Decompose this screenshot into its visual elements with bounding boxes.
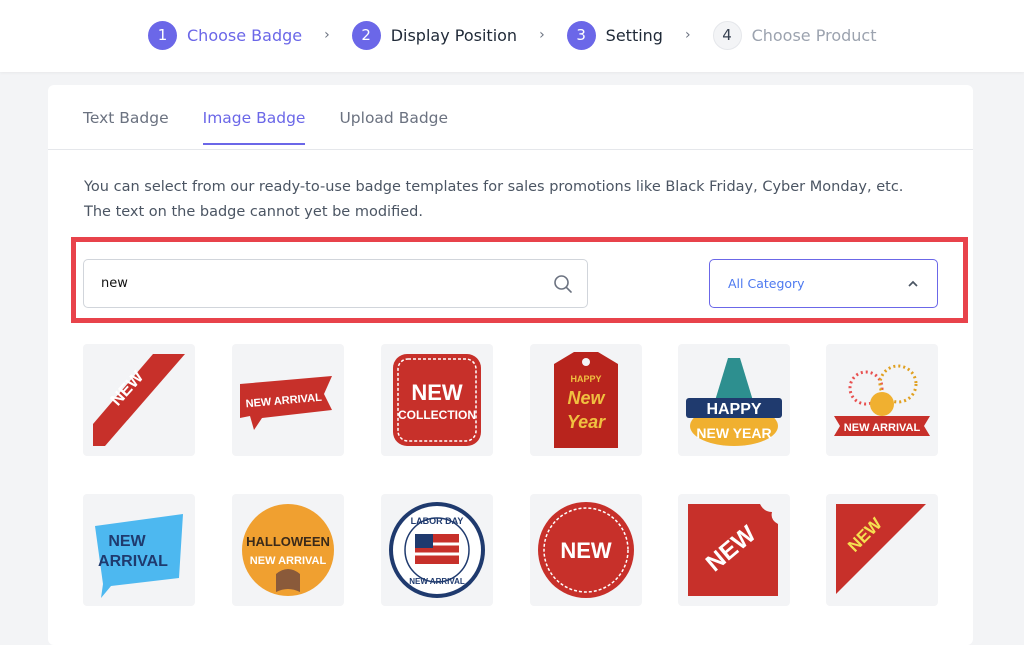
description-line: The text on the badge cannot yet be modi…	[84, 204, 423, 220]
badge-text: HAPPY	[706, 401, 761, 418]
step-number: 4	[712, 20, 742, 50]
badge-image: NEW ARRIVAL	[95, 514, 183, 598]
badge-template-scallop[interactable]: NEW	[678, 494, 790, 606]
badge-template-circle[interactable]: NEW	[530, 494, 642, 606]
badge-text: ARRIVAL	[98, 553, 168, 570]
badge-image: NEW	[836, 504, 926, 594]
step-label: Choose Badge	[187, 25, 303, 45]
badge-template-banner[interactable]: NEW ARRIVAL	[232, 344, 344, 456]
search-input[interactable]	[101, 276, 553, 291]
badge-template-speech[interactable]: NEW ARRIVAL	[83, 494, 195, 606]
badge-image: LABOR DAY NEW ARRIVAL	[389, 502, 485, 598]
badge-text: NEW	[560, 538, 612, 563]
step-number: 3	[566, 20, 596, 50]
step-label: Display Position	[390, 25, 518, 45]
badge-text: NEW	[411, 380, 463, 405]
step-label: Choose Product	[751, 25, 877, 45]
badge-template-happy-new-year[interactable]: HAPPY NEW YEAR	[678, 344, 790, 456]
description: You can select from our ready-to-use bad…	[84, 175, 954, 225]
badge-template-triangle[interactable]: NEW	[826, 494, 938, 606]
chevron-right-icon: ›	[684, 27, 691, 43]
tab-image-badge[interactable]: Image Badge	[202, 109, 306, 145]
badge-text: COLLECTION	[398, 408, 476, 422]
badge-text: NEW ARRIVAL	[409, 577, 465, 586]
badge-image: HALLOWEEN NEW ARRIVAL	[242, 504, 334, 596]
step-2[interactable]: 2 Display Position	[351, 20, 518, 50]
tab-upload-badge[interactable]: Upload Badge	[339, 109, 448, 145]
search-field[interactable]	[83, 259, 588, 308]
search-icon[interactable]	[553, 274, 573, 294]
badge-text: NEW	[108, 533, 146, 550]
step-number: 2	[351, 20, 381, 50]
badge-image: NEW	[538, 502, 634, 598]
badge-template-stamp[interactable]: NEW COLLECTION	[381, 344, 493, 456]
step-3[interactable]: 3 Setting	[566, 20, 663, 50]
badge-image: NEW COLLECTION	[393, 354, 481, 446]
badge-text: NEW ARRIVAL	[250, 555, 327, 567]
badge-tabs: Text Badge Image Badge Upload Badge	[83, 109, 448, 145]
step-4[interactable]: 4 Choose Product	[712, 20, 877, 50]
badge-template-tag[interactable]: HAPPY New Year	[530, 344, 642, 456]
divider	[48, 149, 973, 150]
step-1[interactable]: 1 Choose Badge	[148, 20, 303, 50]
badge-image: NEW ARRIVAL	[834, 364, 930, 436]
badge-template-labor-day[interactable]: LABOR DAY NEW ARRIVAL	[381, 494, 493, 606]
description-line: You can select from our ready-to-use bad…	[84, 179, 904, 195]
badge-text: Year	[567, 412, 606, 432]
badge-text: HALLOWEEN	[246, 534, 330, 549]
stepper-header: 1 Choose Badge › 2 Display Position › 3 Setting…	[0, 0, 1024, 72]
stepper: 1 Choose Badge › 2 Display Position › 3 Setting…	[148, 20, 876, 50]
category-value: All Category	[728, 276, 805, 291]
chevron-up-icon	[908, 280, 918, 287]
chevron-right-icon: ›	[324, 27, 330, 43]
badge-template-corner-ribbon[interactable]: NEW	[83, 344, 195, 456]
chevron-right-icon: ›	[539, 27, 545, 43]
badge-text: LABOR DAY	[411, 516, 464, 526]
badge-image: NEW	[93, 354, 185, 446]
badge-image: NEW	[688, 504, 778, 596]
badge-image: NEW ARRIVAL	[240, 376, 332, 430]
category-select[interactable]: All Category	[709, 259, 938, 308]
badge-template-fireworks[interactable]: NEW ARRIVAL	[826, 344, 938, 456]
badge-text: NEW ARRIVAL	[844, 422, 921, 434]
badge-image: HAPPY New Year	[554, 352, 618, 448]
badge-text: HAPPY	[570, 374, 601, 384]
step-label: Setting	[605, 25, 663, 45]
badge-text: New	[567, 388, 605, 408]
badge-text: NEW YEAR	[696, 425, 771, 441]
tab-text-badge[interactable]: Text Badge	[83, 109, 169, 145]
badge-template-halloween[interactable]: HALLOWEEN NEW ARRIVAL	[232, 494, 344, 606]
badge-image: HAPPY NEW YEAR	[686, 358, 782, 446]
step-number: 1	[148, 20, 177, 50]
